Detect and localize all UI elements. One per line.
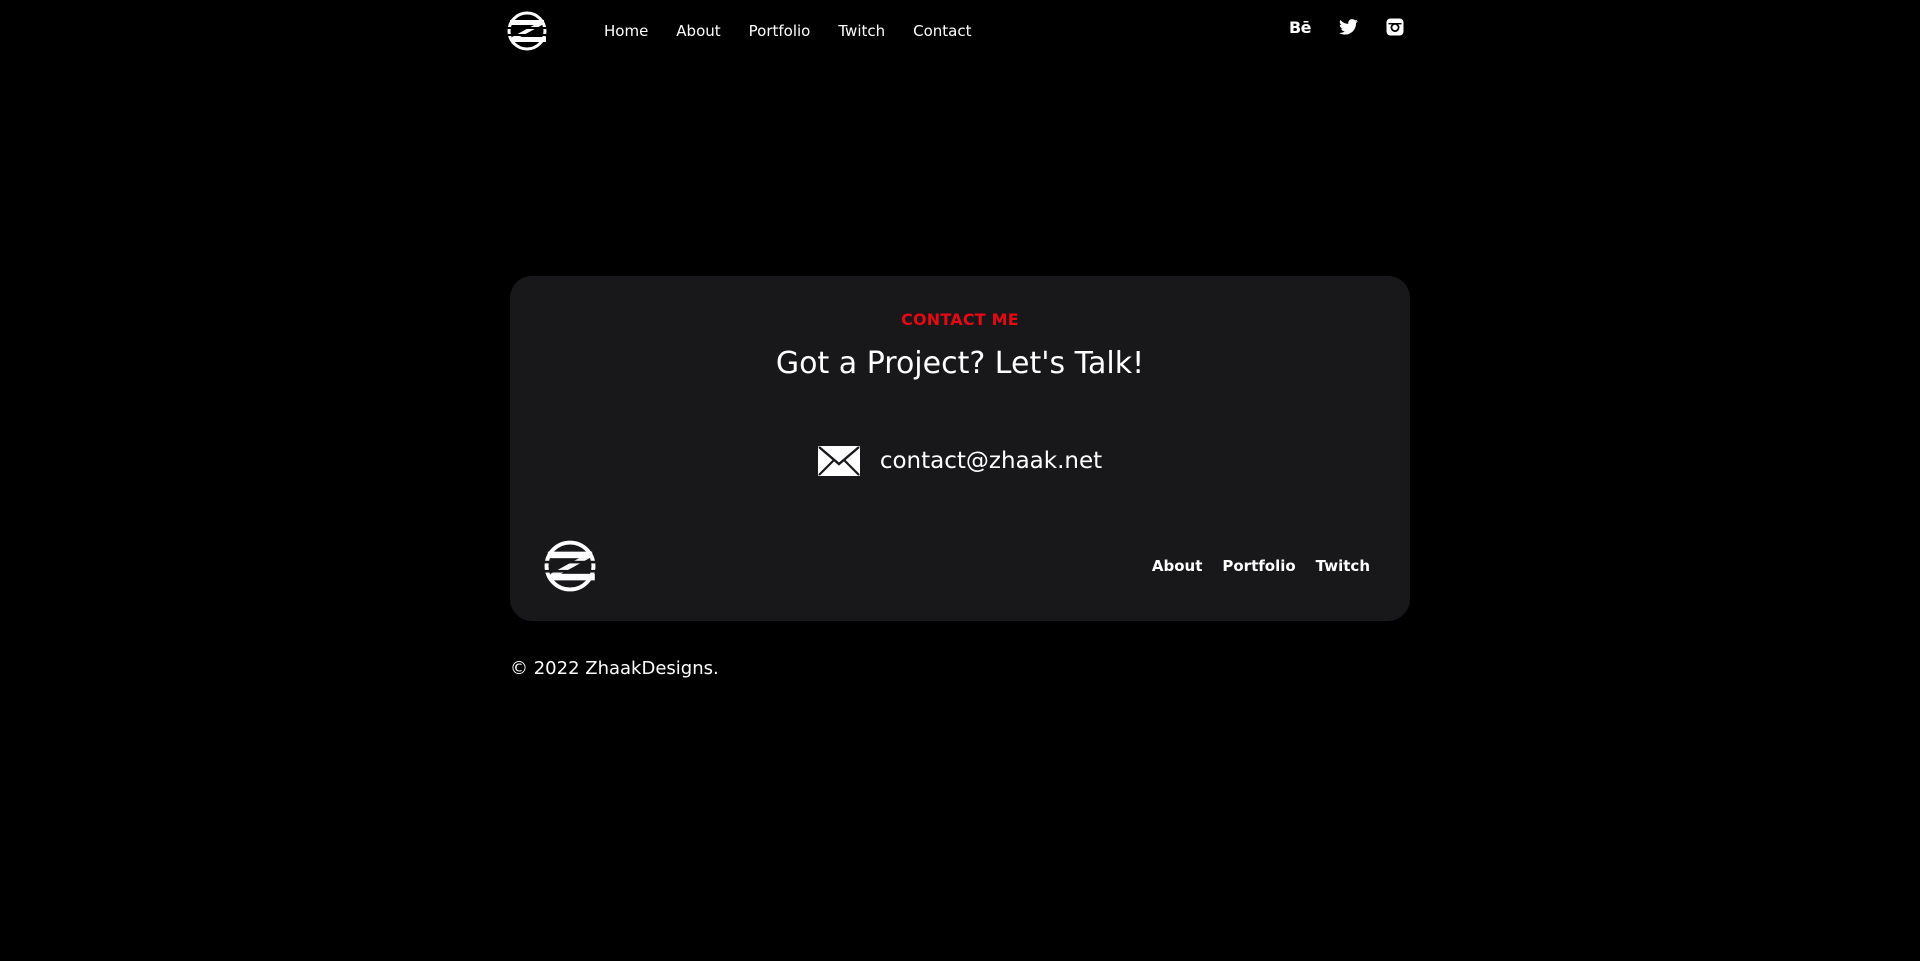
contact-card: CONTACT ME Got a Project? Let's Talk! co…: [510, 276, 1410, 621]
section-eyebrow: CONTACT ME: [901, 310, 1019, 329]
copyright-text: © 2022 ZhaakDesigns.: [510, 658, 719, 679]
footer-nav-twitch[interactable]: Twitch: [1316, 557, 1370, 575]
footer-nav: About Portfolio Twitch: [1132, 557, 1370, 575]
page: Home About Portfolio Twitch Contact Bē C…: [0, 0, 1920, 961]
email-link[interactable]: contact@zhaak.net: [880, 448, 1102, 474]
logo-link[interactable]: [504, 10, 550, 52]
footer-nav-about[interactable]: About: [1152, 557, 1203, 575]
footer-logo-link[interactable]: [540, 538, 600, 594]
email-row: contact@zhaak.net: [510, 446, 1410, 476]
nav-about[interactable]: About: [676, 21, 720, 41]
nav-portfolio[interactable]: Portfolio: [749, 21, 811, 41]
twitter-icon[interactable]: [1339, 16, 1358, 38]
section-headline: Got a Project? Let's Talk!: [775, 346, 1145, 381]
site-header: Home About Portfolio Twitch Contact Bē: [504, 0, 1404, 62]
social-links: Bē: [1261, 16, 1404, 38]
footer-nav-portfolio[interactable]: Portfolio: [1222, 557, 1295, 575]
logo-icon: [540, 540, 600, 592]
main-nav: Home About Portfolio Twitch Contact: [604, 21, 1000, 41]
behance-icon[interactable]: Bē: [1289, 16, 1312, 38]
mail-icon: [817, 446, 860, 476]
nav-twitch[interactable]: Twitch: [838, 21, 885, 41]
nav-home[interactable]: Home: [604, 21, 648, 41]
logo-icon: [504, 11, 550, 51]
instagram-icon[interactable]: [1386, 16, 1404, 38]
nav-contact[interactable]: Contact: [913, 21, 971, 41]
